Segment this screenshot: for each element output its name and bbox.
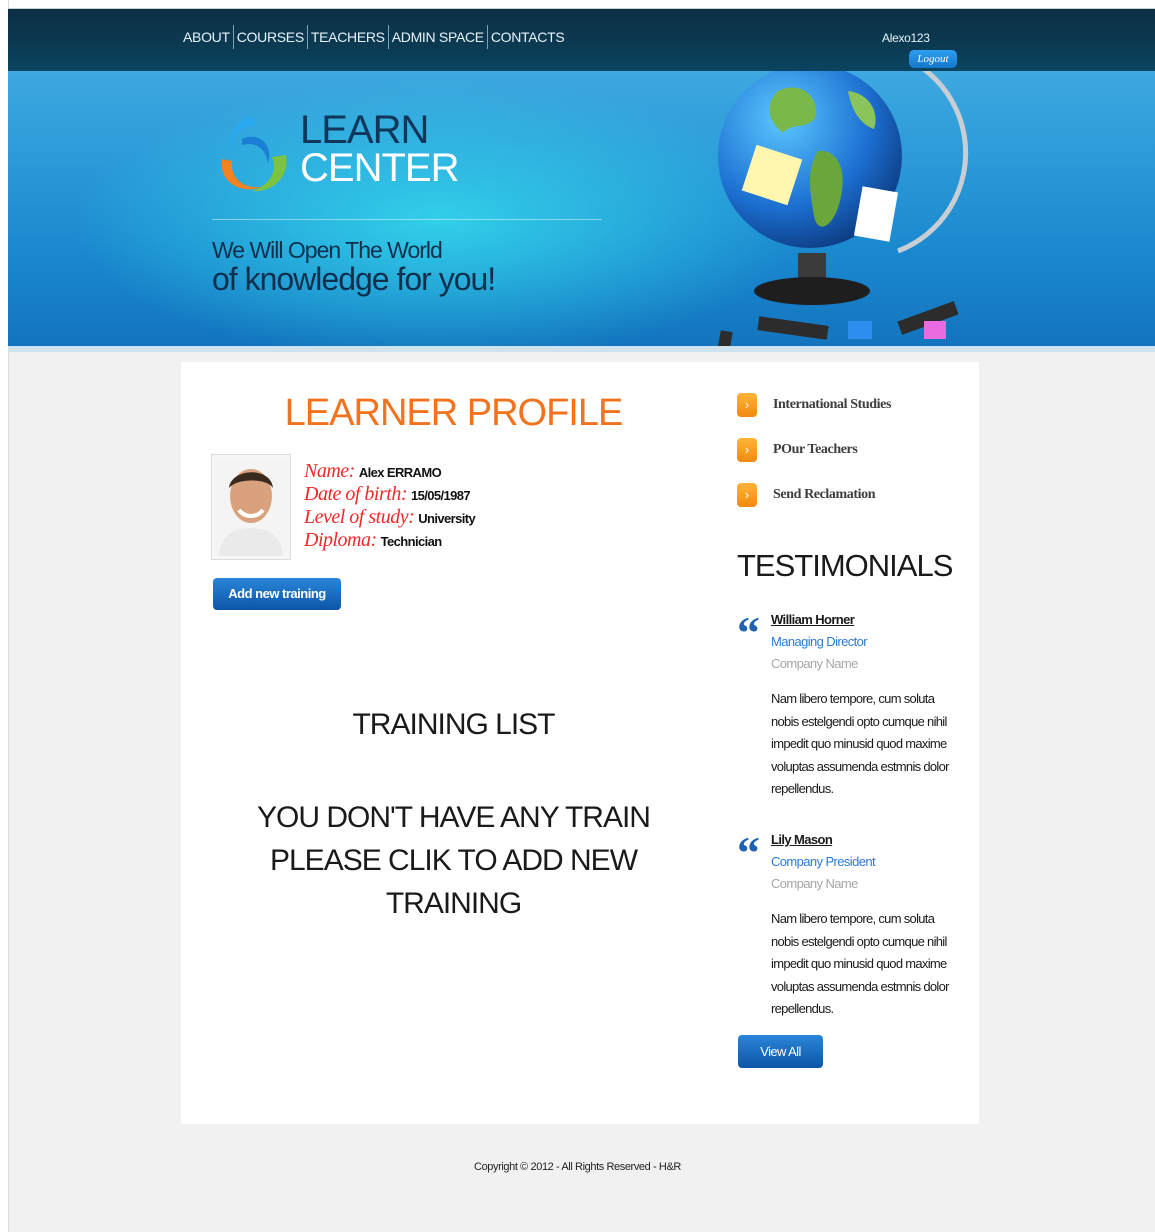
testimonials-title: TESTIMONIALS (737, 548, 953, 583)
testimonial-item: “ William Horner Managing Director Compa… (737, 607, 957, 802)
nav-about[interactable]: ABOUT (180, 25, 233, 49)
testimonial-company: Company Name (771, 876, 858, 891)
testimonial-role: Company President (771, 854, 876, 869)
testimonial-company: Company Name (771, 656, 858, 671)
quote-icon: “ (737, 607, 760, 658)
main-nav: ABOUT COURSES TEACHERS ADMIN SPACE CONTA… (180, 25, 567, 49)
sidebar-item-international-studies[interactable]: › International Studies (737, 382, 891, 427)
testimonial-author-link[interactable]: William Horner (771, 612, 855, 627)
window-top-border (0, 0, 1155, 9)
view-all-button[interactable]: View All (738, 1035, 823, 1068)
nav-courses[interactable]: COURSES (232, 25, 307, 49)
hero-tagline: We Will Open The World of knowledge for … (212, 237, 496, 297)
chevron-right-icon: › (737, 482, 757, 507)
quote-icon: “ (737, 827, 760, 878)
nav-teachers[interactable]: TEACHERS (306, 25, 388, 49)
top-navigation-bar: ABOUT COURSES TEACHERS ADMIN SPACE CONTA… (8, 9, 1155, 71)
main-content: LEARNER PROFILE Name: Alex ERRAMO Date o… (181, 362, 979, 1124)
sidebar-item-label: International Studies (773, 396, 892, 412)
learn-center-logo-icon (221, 117, 287, 192)
logout-button[interactable]: Logout (909, 50, 957, 68)
testimonial-text: Nam libero tempore, cum soluta nobis est… (771, 691, 949, 796)
sidebar-links: › International Studies › POur Teachers … (737, 382, 891, 517)
empty-training-message: YOU DON'T HAVE ANY TRAIN PLEASE CLIK TO … (257, 801, 651, 920)
sidebar-item-label: POur Teachers (773, 441, 858, 457)
profile-field-level: Level of study: University (304, 506, 476, 529)
field-label: Level of study: (304, 506, 415, 528)
sidebar-item-send-reclamation[interactable]: › Send Reclamation (737, 472, 891, 517)
field-value: Technician (380, 534, 443, 549)
field-value: 15/05/1987 (411, 488, 471, 503)
hero-divider (212, 219, 602, 220)
field-label: Date of birth: (304, 483, 408, 505)
profile-details: Name: Alex ERRAMO Date of birth: 15/05/1… (304, 460, 476, 552)
globe-illustration-icon (715, 71, 969, 352)
chevron-right-icon: › (737, 392, 757, 417)
logo-text: LEARN CENTER (300, 108, 459, 190)
profile-field-name: Name: Alex ERRAMO (304, 460, 475, 483)
testimonial-role: Managing Director (771, 634, 868, 649)
testimonial-item: “ Lily Mason Company President Company N… (737, 827, 957, 1022)
field-value: University (418, 511, 476, 526)
sidebar-item-label: Send Reclamation (773, 486, 876, 502)
testimonial-author-link[interactable]: Lily Mason (771, 832, 833, 847)
username-label: Alexo123 (882, 31, 930, 45)
profile-field-birthdate: Date of birth: 15/05/1987 (304, 483, 475, 506)
logo-line-center: CENTER (300, 146, 459, 190)
logo-line-learn: LEARN (300, 108, 429, 152)
chevron-right-icon: › (737, 437, 757, 462)
avatar (211, 454, 291, 560)
sidebar-item-our-teachers[interactable]: › POur Teachers (737, 427, 891, 472)
tagline-line2: of knowledge for you! (212, 261, 496, 297)
field-label: Name: (304, 460, 355, 482)
training-list-title: TRAINING LIST (352, 708, 555, 741)
profile-field-diploma: Diploma: Technician (304, 529, 475, 552)
nav-admin-space[interactable]: ADMIN SPACE (387, 25, 487, 49)
field-label: Diploma: (304, 529, 377, 551)
hero-banner: LEARN CENTER We Will Open The World of k… (8, 71, 1155, 352)
nav-contacts[interactable]: CONTACTS (486, 25, 568, 49)
profile-title: LEARNER PROFILE (284, 392, 624, 434)
field-value: Alex ERRAMO (358, 465, 442, 480)
hero-bottom-edge (8, 346, 1155, 352)
tagline-line1: We Will Open The World (212, 237, 443, 263)
learner-photo-icon (215, 458, 287, 556)
footer-copyright: Copyright © 2012 - All Rights Reserved -… (474, 1161, 681, 1173)
add-training-button[interactable]: Add new training (213, 578, 341, 610)
testimonial-text: Nam libero tempore, cum soluta nobis est… (771, 911, 949, 1016)
